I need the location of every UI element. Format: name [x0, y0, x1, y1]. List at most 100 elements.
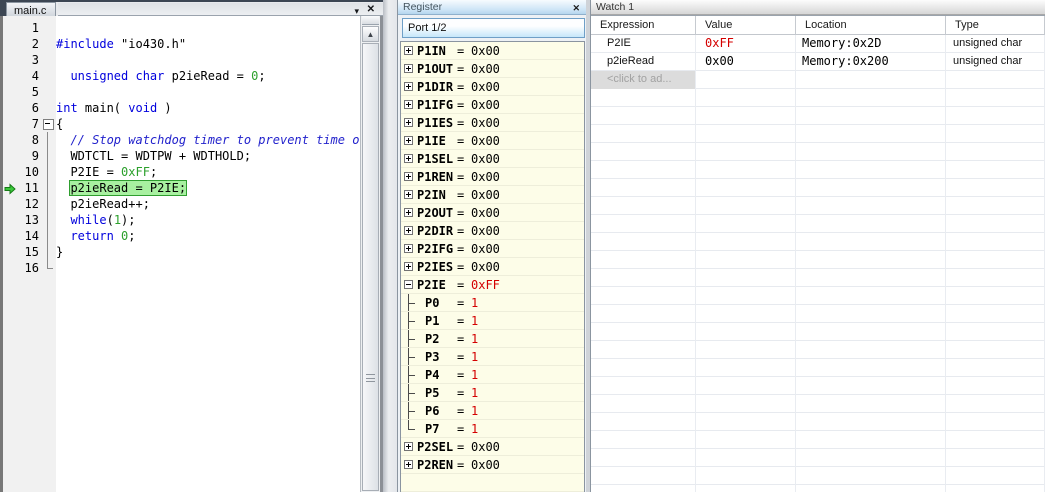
watch-empty-row[interactable]	[591, 233, 1045, 251]
watch-empty-row[interactable]	[591, 377, 1045, 395]
watch-empty-row[interactable]	[591, 143, 1045, 161]
register-row[interactable]: P2DIR = 0x00	[401, 222, 584, 240]
code-line[interactable]	[56, 260, 360, 276]
watch-empty-row[interactable]	[591, 449, 1045, 467]
watch-empty-row[interactable]	[591, 215, 1045, 233]
register-titlebar[interactable]: Register ✕	[398, 0, 586, 15]
register-close-icon[interactable]: ✕	[572, 1, 580, 16]
register-row[interactable]: P0 = 1	[401, 294, 584, 312]
gutter-line[interactable]: 7	[3, 116, 56, 132]
gutter-line[interactable]: 5	[3, 84, 56, 100]
code-line[interactable]: int main( void )	[56, 100, 360, 116]
panel-splitter[interactable]	[383, 0, 397, 492]
code-area[interactable]: #include "io430.h" unsigned char p2ieRea…	[56, 20, 360, 492]
expand-icon[interactable]	[404, 208, 413, 217]
gutter-line[interactable]: 4	[3, 68, 56, 84]
expand-icon[interactable]	[404, 244, 413, 253]
register-row[interactable]: P1IE = 0x00	[401, 132, 584, 150]
watch-empty-row[interactable]	[591, 395, 1045, 413]
watch-empty-row[interactable]	[591, 197, 1045, 215]
gutter-line[interactable]: 8	[3, 132, 56, 148]
code-line[interactable]: p2ieRead = P2IE;	[56, 180, 360, 196]
watch-empty-row[interactable]	[591, 251, 1045, 269]
column-header-type[interactable]: Type	[946, 16, 1045, 35]
register-row[interactable]: P1OUT = 0x00	[401, 60, 584, 78]
code-line[interactable]: unsigned char p2ieRead = 0;	[56, 68, 360, 84]
watch-add-row[interactable]: <click to ad...	[591, 71, 1045, 89]
register-row[interactable]: P1REN = 0x00	[401, 168, 584, 186]
column-header-value[interactable]: Value	[696, 16, 796, 35]
expand-icon[interactable]	[404, 460, 413, 469]
watch-add-expression-cell[interactable]: <click to ad...	[591, 71, 696, 89]
register-row[interactable]: P7 = 1	[401, 420, 584, 438]
register-row[interactable]: P1IN = 0x00	[401, 42, 584, 60]
watch-empty-row[interactable]	[591, 107, 1045, 125]
register-row[interactable]: P1DIR = 0x00	[401, 78, 584, 96]
fold-collapse-icon[interactable]	[41, 116, 54, 132]
register-row[interactable]: P2REN = 0x00	[401, 456, 584, 474]
watch-empty-row[interactable]	[591, 467, 1045, 485]
gutter-line[interactable]: 16	[3, 260, 56, 276]
gutter-line[interactable]: 2	[3, 36, 56, 52]
watch-row[interactable]: P2IE 0xFF Memory:0x2D unsigned char	[591, 35, 1045, 53]
watch-empty-row[interactable]	[591, 413, 1045, 431]
register-row[interactable]: P2SEL = 0x00	[401, 438, 584, 456]
expand-icon[interactable]	[404, 154, 413, 163]
code-line[interactable]: while(1);	[56, 212, 360, 228]
register-row[interactable]: P1 = 1	[401, 312, 584, 330]
expand-icon[interactable]	[404, 262, 413, 271]
expand-icon[interactable]	[404, 226, 413, 235]
code-line[interactable]: P2IE = 0xFF;	[56, 164, 360, 180]
gutter-line[interactable]: 11	[3, 180, 56, 196]
watch-titlebar[interactable]: Watch 1	[591, 0, 1045, 15]
register-row[interactable]: P2 = 1	[401, 330, 584, 348]
editor-close-icon[interactable]: ✕	[367, 4, 375, 16]
register-row[interactable]: P2IN = 0x00	[401, 186, 584, 204]
register-row[interactable]: P5 = 1	[401, 384, 584, 402]
gutter-line[interactable]: 14	[3, 228, 56, 244]
register-row[interactable]: P6 = 1	[401, 402, 584, 420]
code-line[interactable]	[56, 84, 360, 100]
register-row[interactable]: P2IES = 0x00	[401, 258, 584, 276]
register-row[interactable]: P1IFG = 0x00	[401, 96, 584, 114]
expand-icon[interactable]	[404, 118, 413, 127]
watch-empty-row[interactable]	[591, 89, 1045, 107]
register-row[interactable]: P2IFG = 0x00	[401, 240, 584, 258]
collapse-icon[interactable]	[404, 280, 413, 289]
editor-vscrollbar[interactable]: ▲	[360, 16, 380, 492]
register-row[interactable]: P2OUT = 0x00	[401, 204, 584, 222]
scrollbar-thumb[interactable]	[362, 43, 379, 491]
gutter-line[interactable]: 9	[3, 148, 56, 164]
gutter-line[interactable]: 3	[3, 52, 56, 68]
editor-splitter-handle[interactable]	[362, 16, 379, 25]
expand-icon[interactable]	[404, 82, 413, 91]
watch-empty-row[interactable]	[591, 269, 1045, 287]
watch-empty-row[interactable]	[591, 161, 1045, 179]
gutter-line[interactable]: 15	[3, 244, 56, 260]
expand-icon[interactable]	[404, 172, 413, 181]
code-line[interactable]: return 0;	[56, 228, 360, 244]
expand-icon[interactable]	[404, 136, 413, 145]
register-row[interactable]: P1IES = 0x00	[401, 114, 584, 132]
code-line[interactable]: }	[56, 244, 360, 260]
gutter-line[interactable]: 12	[3, 196, 56, 212]
code-line[interactable]: // Stop watchdog timer to prevent time o…	[56, 132, 360, 148]
code-line[interactable]: {	[56, 116, 360, 132]
watch-empty-row[interactable]	[591, 125, 1045, 143]
code-line[interactable]: WDTCTL = WDTPW + WDTHOLD;	[56, 148, 360, 164]
watch-empty-row[interactable]	[591, 485, 1045, 492]
expand-icon[interactable]	[404, 442, 413, 451]
code-line[interactable]: #include "io430.h"	[56, 36, 360, 52]
gutter-line[interactable]: 6	[3, 100, 56, 116]
watch-empty-row[interactable]	[591, 287, 1045, 305]
expand-icon[interactable]	[404, 190, 413, 199]
scroll-up-button[interactable]: ▲	[362, 26, 379, 42]
watch-empty-row[interactable]	[591, 431, 1045, 449]
expand-icon[interactable]	[404, 64, 413, 73]
gutter-line[interactable]: 10	[3, 164, 56, 180]
expand-icon[interactable]	[404, 100, 413, 109]
register-group-select[interactable]: Port 1/2	[402, 18, 585, 38]
watch-empty-row[interactable]	[591, 359, 1045, 377]
code-line[interactable]: p2ieRead++;	[56, 196, 360, 212]
code-line[interactable]	[56, 52, 360, 68]
